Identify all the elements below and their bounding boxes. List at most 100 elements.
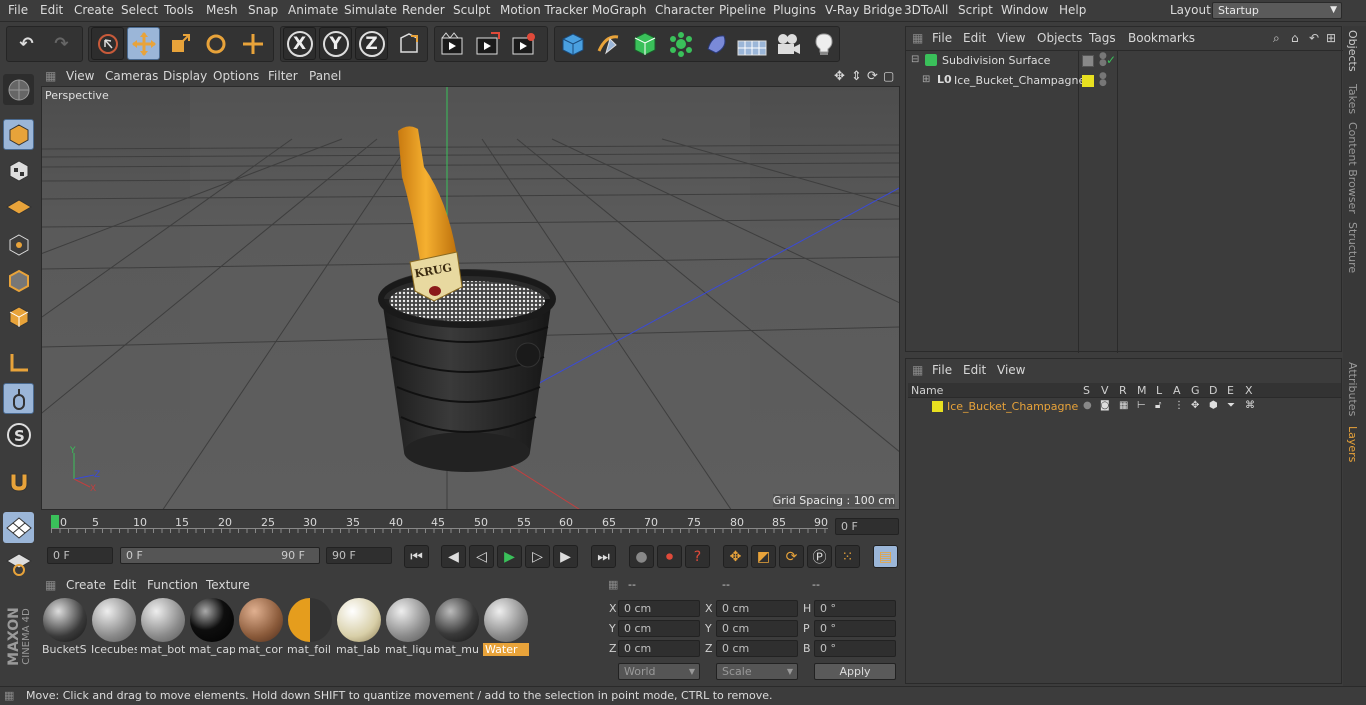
layer-menu-edit[interactable]: Edit xyxy=(963,363,986,377)
xref-toggle-icon[interactable]: ⌘ xyxy=(1245,400,1255,411)
material-menu-function[interactable]: Function xyxy=(147,578,198,592)
rotation-p-field[interactable]: 0 ° xyxy=(814,620,896,637)
viewport-maximize-icon[interactable]: ▢ xyxy=(883,69,894,83)
expand-icon[interactable]: ⊞ xyxy=(922,74,930,85)
previous-key-icon[interactable]: ◀ xyxy=(441,545,466,568)
position-x-field[interactable]: 0 cm xyxy=(618,600,700,617)
menu-sculpt[interactable]: Sculpt xyxy=(453,3,490,17)
lock-toggle-icon[interactable]: 🔓︎ xyxy=(1155,400,1161,411)
axis-z-button[interactable]: Z xyxy=(355,27,388,60)
tab-takes[interactable]: Takes xyxy=(1346,84,1359,114)
expressions-toggle-icon[interactable]: ⏷ xyxy=(1227,400,1235,411)
render-view-icon[interactable] xyxy=(436,27,469,60)
object-row-ice-bucket[interactable]: ⊞ L0 Ice_Bucket_Champagne xyxy=(909,73,1085,90)
light-object-icon[interactable] xyxy=(807,27,840,60)
deformer-icon[interactable] xyxy=(700,27,733,60)
texture-mode-icon[interactable] xyxy=(3,155,34,186)
autokey-icon[interactable]: ? xyxy=(685,545,710,568)
live-selection-icon[interactable] xyxy=(91,27,124,60)
menu-motion-tracker[interactable]: Motion Tracker xyxy=(500,3,588,17)
menu-simulate[interactable]: Simulate xyxy=(344,3,397,17)
layer-color-icon[interactable] xyxy=(932,401,943,412)
menu-animate[interactable]: Animate xyxy=(288,3,338,17)
object-menu-view[interactable]: View xyxy=(997,31,1025,45)
layer-menu-view[interactable]: View xyxy=(997,363,1025,377)
material-swatch[interactable]: mat_cap xyxy=(189,597,235,657)
menu-help[interactable]: Help xyxy=(1059,3,1086,17)
viewport-menu-display[interactable]: Display xyxy=(163,69,207,83)
menu-script[interactable]: Script xyxy=(958,3,993,17)
material-swatch-selected[interactable]: Water xyxy=(483,597,529,657)
size-x-field[interactable]: 0 cm xyxy=(716,600,798,617)
go-to-start-icon[interactable]: ⏮ xyxy=(404,545,429,568)
menu-plugins[interactable]: Plugins xyxy=(773,3,816,17)
viewport-menu-view[interactable]: View xyxy=(66,69,94,83)
layer-row[interactable]: Ice_Bucket_Champagne ● ◙ ▦ ⊢ 🔓︎ ⋮ ✥ ⬢ ⏷ … xyxy=(908,399,1341,415)
subdivision-surface-icon[interactable] xyxy=(628,27,661,60)
tab-structure[interactable]: Structure xyxy=(1346,222,1359,273)
object-menu-file[interactable]: File xyxy=(932,31,952,45)
axis-y-button[interactable]: Y xyxy=(319,27,352,60)
material-menu-create[interactable]: Create xyxy=(66,578,106,592)
coordinate-space-select[interactable]: World ▼ xyxy=(618,663,700,680)
tab-layers[interactable]: Layers xyxy=(1346,426,1359,462)
solo-icon[interactable]: S xyxy=(3,419,34,450)
transform-tool-icon[interactable] xyxy=(236,27,269,60)
view-toggle-icon[interactable]: ◙ xyxy=(1100,400,1110,411)
layout-select[interactable]: Startup ▼ xyxy=(1212,2,1342,19)
tab-attributes[interactable]: Attributes xyxy=(1346,362,1359,416)
position-y-field[interactable]: 0 cm xyxy=(618,620,700,637)
menu-vray-bridge[interactable]: V-Ray Bridge xyxy=(825,3,902,17)
menu-select[interactable]: Select xyxy=(121,3,158,17)
rotate-tool-icon[interactable] xyxy=(199,27,232,60)
layer-menu-file[interactable]: File xyxy=(932,363,952,377)
key-scale-icon[interactable]: ◩ xyxy=(751,545,776,568)
material-swatch[interactable]: mat_foil xyxy=(287,597,333,657)
menu-tools[interactable]: Tools xyxy=(164,3,194,17)
record-active-icon[interactable]: ⏺ xyxy=(657,545,682,568)
viewport-menu-options[interactable]: Options xyxy=(213,69,259,83)
material-swatch[interactable]: mat_liqu xyxy=(385,597,431,657)
menu-mesh[interactable]: Mesh xyxy=(206,3,238,17)
timeline-ruler[interactable]: 0 5 10 15 20 25 30 35 40 45 50 55 60 65 … xyxy=(41,512,900,535)
render-settings-icon[interactable] xyxy=(507,27,540,60)
model-mode-icon[interactable] xyxy=(3,119,34,150)
visibility-dots-icon[interactable]: ● ● xyxy=(1099,72,1107,88)
edges-mode-icon[interactable] xyxy=(3,265,34,296)
make-editable-icon[interactable] xyxy=(3,74,34,105)
floor-object-icon[interactable] xyxy=(735,27,768,60)
animation-toggle-icon[interactable]: ⋮ xyxy=(1174,400,1184,411)
range-slider[interactable]: 0 F 90 F xyxy=(120,547,320,564)
apply-button[interactable]: Apply xyxy=(814,663,896,680)
points-mode-icon[interactable] xyxy=(3,229,34,260)
deformers-toggle-icon[interactable]: ⬢ xyxy=(1209,400,1218,411)
viewport-menu-panel[interactable]: Panel xyxy=(309,69,341,83)
go-to-end-icon[interactable]: ⏭ xyxy=(591,545,616,568)
cloner-icon[interactable] xyxy=(664,27,697,60)
material-swatch[interactable]: mat_cor xyxy=(238,597,284,657)
manager-toggle-icon[interactable]: ⊢ xyxy=(1137,400,1146,411)
render-to-picture-viewer-icon[interactable] xyxy=(471,27,504,60)
object-menu-edit[interactable]: Edit xyxy=(963,31,986,45)
material-swatch[interactable]: mat_mu xyxy=(434,597,480,657)
grid-snap-icon[interactable] xyxy=(3,512,34,543)
end-frame-field[interactable]: 90 F xyxy=(326,547,392,564)
axis-x-button[interactable]: X xyxy=(283,27,316,60)
menu-create[interactable]: Create xyxy=(74,3,114,17)
tab-content-browser[interactable]: Content Browser xyxy=(1346,122,1359,214)
menu-mograph[interactable]: MoGraph xyxy=(592,3,647,17)
pen-spline-icon[interactable] xyxy=(592,27,625,60)
viewport-perspective[interactable]: KRUG Y Z X Perspective Grid Spacing : 10… xyxy=(41,86,900,510)
object-menu-tags[interactable]: Tags xyxy=(1089,31,1116,45)
material-menu-edit[interactable]: Edit xyxy=(113,578,136,592)
polygons-mode-icon[interactable] xyxy=(3,301,34,332)
search-icon[interactable]: ⌕ xyxy=(1273,31,1280,46)
undo-icon[interactable]: ↶ xyxy=(10,27,43,60)
home-icon[interactable]: ⌂ xyxy=(1291,31,1299,45)
menu-file[interactable]: File xyxy=(8,3,28,17)
position-z-field[interactable]: 0 cm xyxy=(618,640,700,657)
menu-3dtoall[interactable]: 3DToAll xyxy=(904,3,948,17)
camera-object-icon[interactable] xyxy=(771,27,804,60)
viewport-move-icon[interactable]: ✥ xyxy=(834,69,845,84)
layer-color-icon[interactable] xyxy=(1082,75,1094,87)
